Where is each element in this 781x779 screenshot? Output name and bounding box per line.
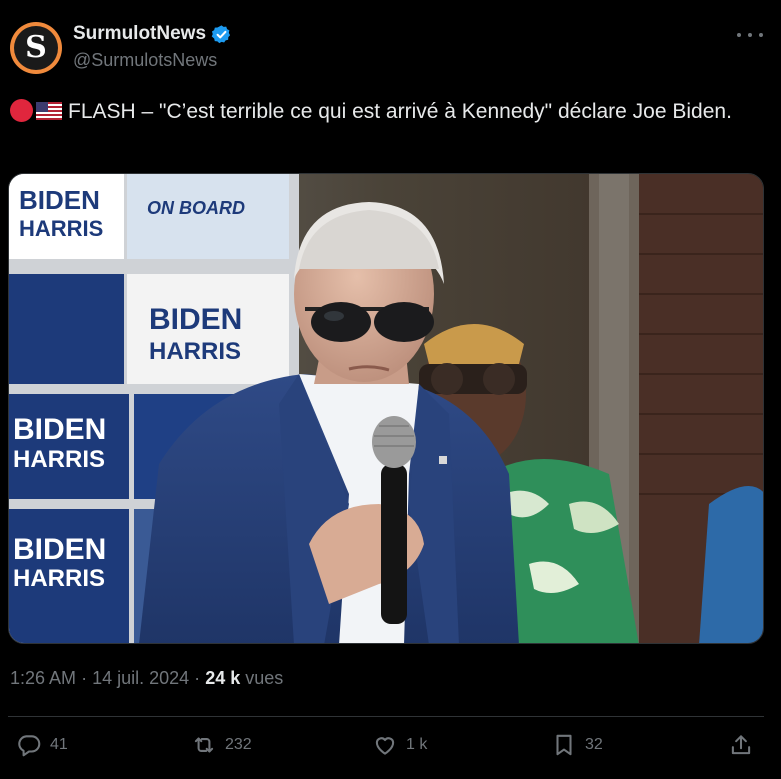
tweet-image[interactable]: BIDEN HARRIS ON BOARD BIDEN HARRIS BIDEN…: [8, 173, 764, 644]
sign-text: HARRIS: [19, 216, 103, 241]
dot-icon: [737, 33, 741, 37]
like-button[interactable]: 1 k: [372, 732, 427, 758]
press-photo: BIDEN HARRIS ON BOARD BIDEN HARRIS BIDEN…: [9, 174, 763, 643]
sign-text: ON BOARD: [147, 198, 245, 218]
like-count: 1 k: [406, 736, 428, 753]
action-bar: 41 232 1 k 32: [16, 732, 761, 764]
avatar[interactable]: S: [10, 22, 62, 74]
red-circle-emoji-icon: [10, 99, 33, 122]
share-icon: [731, 735, 751, 755]
views-count: 24 k: [205, 668, 241, 688]
bookmark-button[interactable]: 32: [551, 732, 603, 758]
tweet-date[interactable]: 14 juil. 2024: [92, 668, 189, 688]
views-label: vues: [245, 668, 284, 688]
repost-button[interactable]: 232: [191, 732, 252, 758]
avatar-inner: S: [14, 26, 58, 70]
tweet-header: S SurmulotNews @SurmulotsNews: [8, 20, 773, 76]
avatar-letter: S: [25, 30, 47, 65]
reply-count: 41: [50, 736, 68, 753]
reply-icon: [18, 735, 41, 757]
repost-icon: [194, 737, 214, 753]
dot-icon: [748, 33, 752, 37]
divider: [8, 716, 764, 717]
verified-badge-icon: [211, 24, 231, 43]
sign-text: BIDEN: [13, 533, 106, 566]
tweet-meta: 1:26 AM · 14 juil. 2024 · 24 k vues: [10, 668, 283, 689]
sign-text: HARRIS: [13, 446, 105, 473]
display-name-row: SurmulotNews: [73, 23, 232, 45]
sign-text: HARRIS: [13, 565, 105, 592]
bookmark-count: 32: [585, 736, 603, 753]
us-flag-emoji-icon: [36, 102, 62, 120]
reply-button[interactable]: 41: [16, 732, 68, 758]
sign-text: BIDEN: [149, 303, 242, 336]
author-handle[interactable]: @SurmulotsNews: [73, 50, 232, 71]
meta-separator: ·: [81, 668, 88, 688]
meta-separator: ·: [194, 668, 201, 688]
tweet-text: FLASH – "C’est terrible ce qui est arriv…: [10, 96, 770, 127]
display-name[interactable]: SurmulotNews: [73, 23, 206, 45]
sign-text: HARRIS: [149, 338, 241, 365]
dot-icon: [759, 33, 763, 37]
heart-icon: [375, 737, 395, 755]
tweet-body: FLASH – "C’est terrible ce qui est arriv…: [68, 100, 732, 123]
sign-text: BIDEN: [19, 185, 100, 215]
tweet-time[interactable]: 1:26 AM: [10, 668, 76, 688]
more-options-button[interactable]: [737, 24, 763, 46]
share-button[interactable]: [728, 732, 754, 758]
repost-count: 232: [225, 736, 252, 753]
bookmark-icon: [556, 734, 572, 756]
sign-text: BIDEN: [13, 413, 106, 446]
author-names: SurmulotNews @SurmulotsNews: [73, 23, 232, 71]
